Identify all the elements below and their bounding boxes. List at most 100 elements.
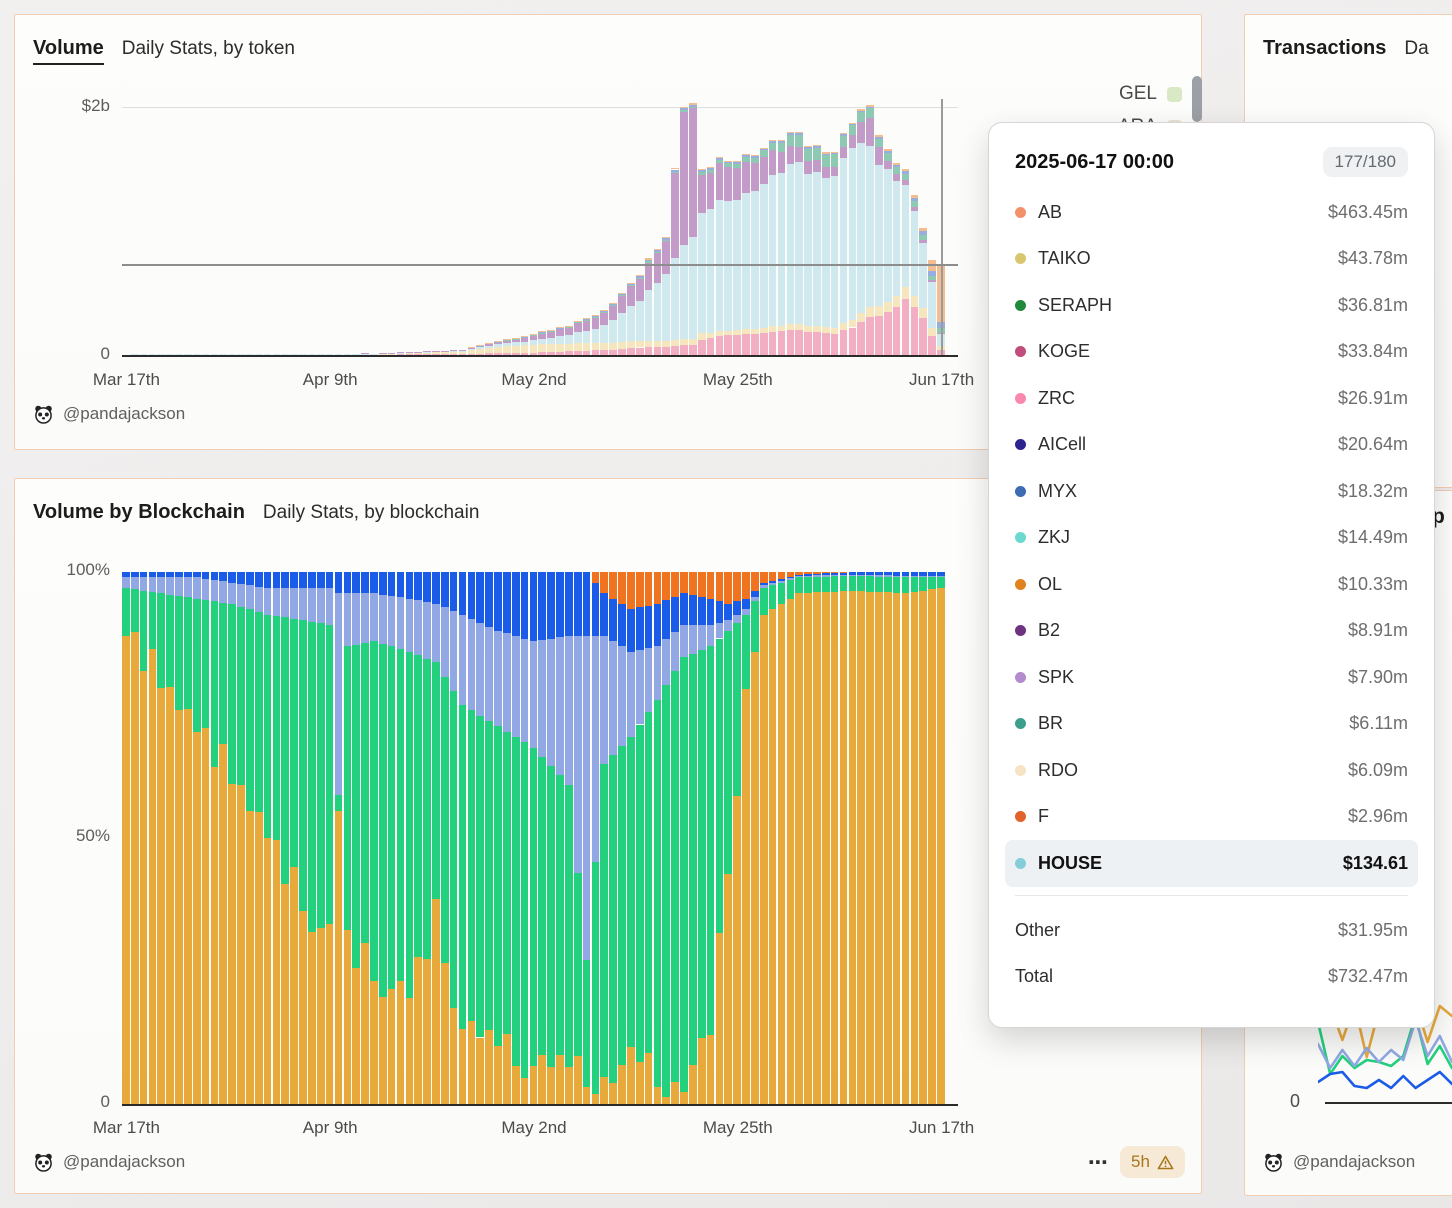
token-value: $14.49m (1338, 527, 1408, 548)
token-value: $7.90m (1348, 667, 1408, 688)
blockchain-chart-plot-area[interactable] (122, 560, 958, 1106)
volume-panel-title[interactable]: Volume (33, 37, 104, 65)
tooltip-row-b2: B2$8.91m (1005, 608, 1418, 655)
token-label: SPK (1038, 667, 1348, 688)
footer-label: Total (1015, 966, 1328, 987)
warning-icon (1157, 1154, 1174, 1171)
tooltip-row-house: HOUSE$134.61 (1005, 840, 1418, 887)
series-color-dot (1015, 207, 1026, 218)
footer-value: $732.47m (1328, 966, 1408, 987)
tooltip-row-ol: OL$10.33m (1005, 561, 1418, 608)
mini-chart-zero-label: 0 (1240, 1091, 1300, 1112)
tooltip-footer: Other$31.95mTotal$732.47m (1015, 908, 1408, 1000)
token-value: $10.33m (1338, 574, 1408, 595)
transactions-attribution: @pandajackson (1264, 1152, 1415, 1172)
mini-chart-axis (1325, 1102, 1452, 1104)
blockchain-panel-title[interactable]: Volume by Blockchain (33, 501, 245, 524)
stale-data-badge[interactable]: 5h (1120, 1146, 1185, 1178)
tooltip-footer-row-total: Total$732.47m (1015, 954, 1408, 1000)
token-value: $463.45m (1328, 202, 1408, 223)
tooltip-row-f: F$2.96m (1005, 794, 1418, 841)
token-label: AICell (1038, 434, 1338, 455)
chart-tooltip: 2025-06-17 00:00 177/180 AB$463.45mTAIKO… (988, 122, 1435, 1028)
tooltip-row-rdo: RDO$6.09m (1005, 747, 1418, 794)
tooltip-header: 2025-06-17 00:00 177/180 (1015, 147, 1408, 177)
series-color-dot (1015, 300, 1026, 311)
token-label: ZKJ (1038, 527, 1338, 548)
token-value: $6.09m (1348, 760, 1408, 781)
token-value: $18.32m (1338, 481, 1408, 502)
tooltip-row-seraph: SERAPH$36.81m (1005, 282, 1418, 329)
token-label: HOUSE (1038, 853, 1343, 874)
legend-item-gel[interactable]: GEL (1052, 83, 1182, 105)
token-value: $20.64m (1338, 434, 1408, 455)
series-color-dot (1015, 765, 1026, 776)
tooltip-footer-row-other: Other$31.95m (1015, 908, 1408, 954)
token-value: $6.11m (1349, 713, 1408, 734)
blockchain-panel-header: Volume by Blockchain Daily Stats, by blo… (33, 501, 479, 524)
token-label: RDO (1038, 760, 1348, 781)
volume-attribution: @pandajackson (34, 404, 185, 424)
stale-hours: 5h (1131, 1152, 1150, 1172)
token-label: B2 (1038, 620, 1348, 641)
volume-panel-header: Volume Daily Stats, by token (33, 37, 295, 65)
tooltip-row-aicell: AICell$20.64m (1005, 422, 1418, 469)
tooltip-row-ab: AB$463.45m (1005, 189, 1418, 236)
attribution-handle[interactable]: @pandajackson (63, 1152, 185, 1172)
token-label: OL (1038, 574, 1338, 595)
token-value: $26.91m (1338, 388, 1408, 409)
series-color-dot (1015, 858, 1026, 869)
tooltip-row-spk: SPK$7.90m (1005, 654, 1418, 701)
legend-scrollbar-thumb[interactable] (1192, 76, 1202, 122)
transactions-panel-subtitle: Da (1404, 38, 1428, 60)
token-value: $134.61 (1343, 853, 1408, 874)
tooltip-divider (1015, 895, 1408, 896)
token-value: $8.91m (1348, 620, 1408, 641)
volume-chart-plot-area[interactable] (122, 96, 958, 356)
series-color-dot (1015, 718, 1026, 729)
token-label: KOGE (1038, 341, 1338, 362)
series-color-dot (1015, 672, 1026, 683)
token-value: $33.84m (1338, 341, 1408, 362)
tooltip-row-br: BR$6.11m (1005, 701, 1418, 748)
tooltip-row-koge: KOGE$33.84m (1005, 329, 1418, 376)
line-series-blue (1318, 1072, 1452, 1088)
token-label: MYX (1038, 481, 1338, 502)
token-label: BR (1038, 713, 1349, 734)
token-value: $36.81m (1338, 295, 1408, 316)
transactions-panel-title[interactable]: Transactions (1263, 37, 1386, 60)
tooltip-row-zkj: ZKJ$14.49m (1005, 515, 1418, 562)
attribution-handle[interactable]: @pandajackson (1293, 1152, 1415, 1172)
tooltip-date: 2025-06-17 00:00 (1015, 151, 1174, 174)
series-color-dot (1015, 579, 1026, 590)
token-value: $43.78m (1338, 248, 1408, 269)
token-label: SERAPH (1038, 295, 1338, 316)
attribution-handle[interactable]: @pandajackson (63, 404, 185, 424)
panda-icon (1264, 1153, 1283, 1172)
series-color-dot (1015, 393, 1026, 404)
volume-panel-subtitle: Daily Stats, by token (122, 38, 295, 60)
panda-icon (34, 1153, 53, 1172)
blockchain-attribution: @pandajackson (34, 1152, 185, 1172)
token-label: F (1038, 806, 1348, 827)
legend-label: GEL (1119, 83, 1157, 105)
tooltip-row-taiko: TAIKO$43.78m (1005, 236, 1418, 283)
series-color-dot (1015, 532, 1026, 543)
transactions-panel-header: Transactions Da (1263, 37, 1429, 60)
tooltip-row-zrc: ZRC$26.91m (1005, 375, 1418, 422)
series-color-dot (1015, 486, 1026, 497)
series-color-dot (1015, 253, 1026, 264)
tooltip-rows: AB$463.45mTAIKO$43.78mSERAPH$36.81mKOGE$… (1015, 189, 1408, 887)
token-label: TAIKO (1038, 248, 1338, 269)
token-value: $2.96m (1348, 806, 1408, 827)
tooltip-counter-badge: 177/180 (1323, 147, 1408, 177)
panda-icon (34, 405, 53, 424)
series-color-dot (1015, 625, 1026, 636)
series-color-dot (1015, 811, 1026, 822)
panel-menu-button[interactable]: ⋯ (1088, 1150, 1109, 1175)
blockchain-panel-subtitle: Daily Stats, by blockchain (263, 502, 480, 524)
footer-value: $31.95m (1338, 920, 1408, 941)
token-label: ZRC (1038, 388, 1338, 409)
series-color-dot (1015, 346, 1026, 357)
legend-swatch-gel (1167, 87, 1182, 102)
